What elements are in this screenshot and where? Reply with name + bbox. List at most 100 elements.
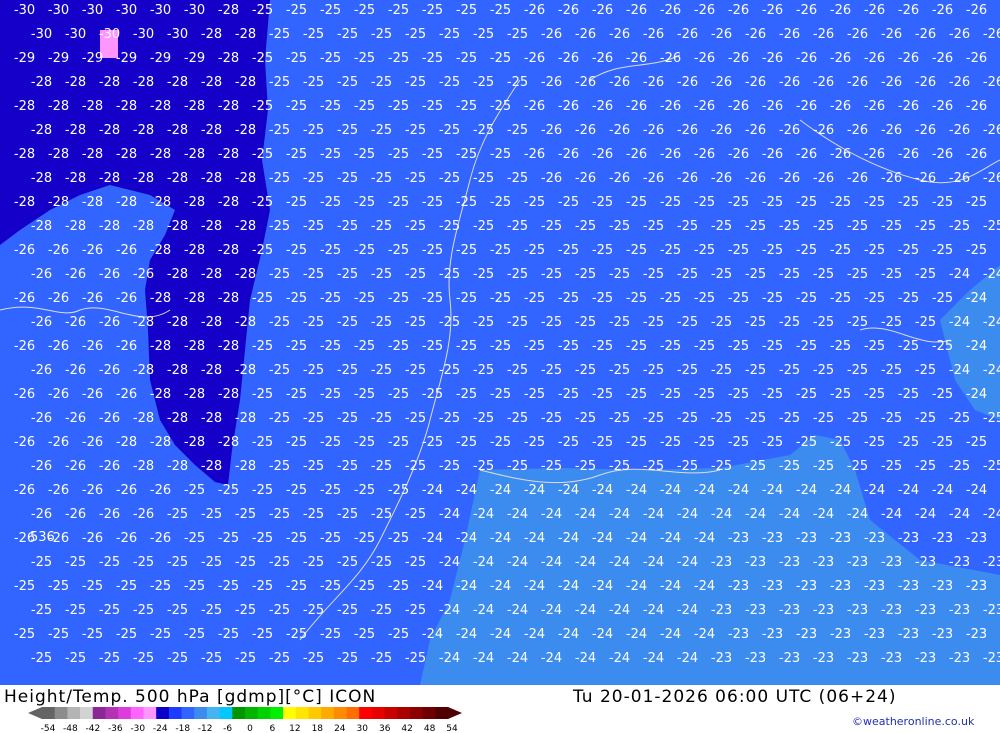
contour-label: -26 [575,171,596,186]
contour-label: -25 [269,75,290,90]
contour-label: -26 [48,483,69,498]
contour-label: -25 [643,459,664,474]
contour-label: -28 [133,315,154,330]
contour-label: -24 [898,483,919,498]
contour-label: -25 [558,243,579,258]
contour-label: -24 [660,531,681,546]
contour-label: -25 [575,219,596,234]
contour-label: -25 [286,579,307,594]
contour-label: -26 [558,99,579,114]
contour-label: -25 [320,99,341,114]
contour-label: -25 [48,579,69,594]
contour-label: -25 [796,195,817,210]
contour-label: -25 [269,267,290,282]
scale-swatch [67,707,81,719]
contour-label: -25 [269,123,290,138]
contour-label: -28 [116,147,137,162]
contour-label: -25 [269,171,290,186]
contour-label: -28 [167,411,188,426]
contour-label: -25 [898,435,919,450]
contour-label: -26 [949,171,970,186]
contour-label: -28 [218,147,239,162]
contour-label: -25 [541,267,562,282]
contour-label: -26 [745,75,766,90]
contour-label: -25 [337,27,358,42]
contour-label: -26 [762,147,783,162]
contour-label: -24 [966,387,987,402]
contour-label: -25 [575,315,596,330]
contour-label: -24 [558,579,579,594]
contour-label: -26 [847,171,868,186]
contour-label: -25 [694,435,715,450]
contour-label: -25 [303,171,324,186]
contour-label: -25 [354,483,375,498]
contour-label: -23 [949,651,970,666]
contour-label: -25 [439,219,460,234]
contour-label: -26 [524,147,545,162]
contour-label: -25 [439,123,460,138]
contour-label: -25 [320,243,341,258]
contour-label: -23 [813,603,834,618]
weather-map: -30 -30 -30 -30 -30 -30 -28 -25 -25 -25 -25 -25 -25 -… [0,0,1000,685]
contour-label: -24 [456,627,477,642]
contour-label: -28 [133,171,154,186]
contour-label: -25 [711,363,732,378]
contour-label: -25 [983,459,1000,474]
contour-label: -26 [677,123,698,138]
contour-label: -25 [303,123,324,138]
contour-label: -24 [524,627,545,642]
contour-label: -26 [14,243,35,258]
contour-label: -25 [269,363,290,378]
contour-label: -26 [592,99,613,114]
contour-label: -26 [524,99,545,114]
contour-label: -28 [218,195,239,210]
contour-label: -26 [830,99,851,114]
contour-label: -25 [796,339,817,354]
contour-label: -25 [167,555,188,570]
contour-label: -25 [354,243,375,258]
contour-label: -25 [813,411,834,426]
credit-link[interactable]: ©weatheronline.co.uk [852,715,974,728]
contour-label: -25 [507,411,528,426]
contour-label: -28 [218,243,239,258]
station-label: 536 [30,530,55,545]
contour-label: -25 [303,555,324,570]
contour-label: -25 [796,243,817,258]
contour-label: -24 [983,507,1000,522]
contour-label: -25 [354,579,375,594]
contour-label: -26 [966,99,987,114]
contour-label: -28 [167,219,188,234]
scale-swatch [409,707,424,719]
contour-label: -25 [286,531,307,546]
contour-label: -25 [320,291,341,306]
scale-tick-label: -30 [130,724,145,733]
contour-label: -26 [898,147,919,162]
contour-label: -25 [116,627,137,642]
contour-label: -25 [643,363,664,378]
contour-label: -25 [371,27,392,42]
contour-label: -29 [48,51,69,66]
contour-label: -26 [558,51,579,66]
scale-swatch [143,707,157,719]
contour-label: -28 [150,195,171,210]
contour-label: -25 [371,411,392,426]
contour-label: -25 [422,339,443,354]
contour-label: -25 [626,339,647,354]
contour-label: -23 [796,531,817,546]
contour-label: -26 [643,75,664,90]
contour-label: -25 [677,459,698,474]
contour-label: -26 [643,27,664,42]
contour-label: -25 [286,387,307,402]
contour-label: -25 [269,411,290,426]
contour-label: -26 [694,147,715,162]
contour-label: -25 [201,651,222,666]
contour-label: -25 [303,603,324,618]
contour-label: -25 [898,195,919,210]
contour-label: -26 [932,147,953,162]
contour-label: -23 [779,651,800,666]
scale-swatch [283,707,297,719]
contour-label: -25 [286,195,307,210]
contour-label: -26 [864,99,885,114]
contour-label: -23 [966,531,987,546]
contour-label: -28 [167,459,188,474]
